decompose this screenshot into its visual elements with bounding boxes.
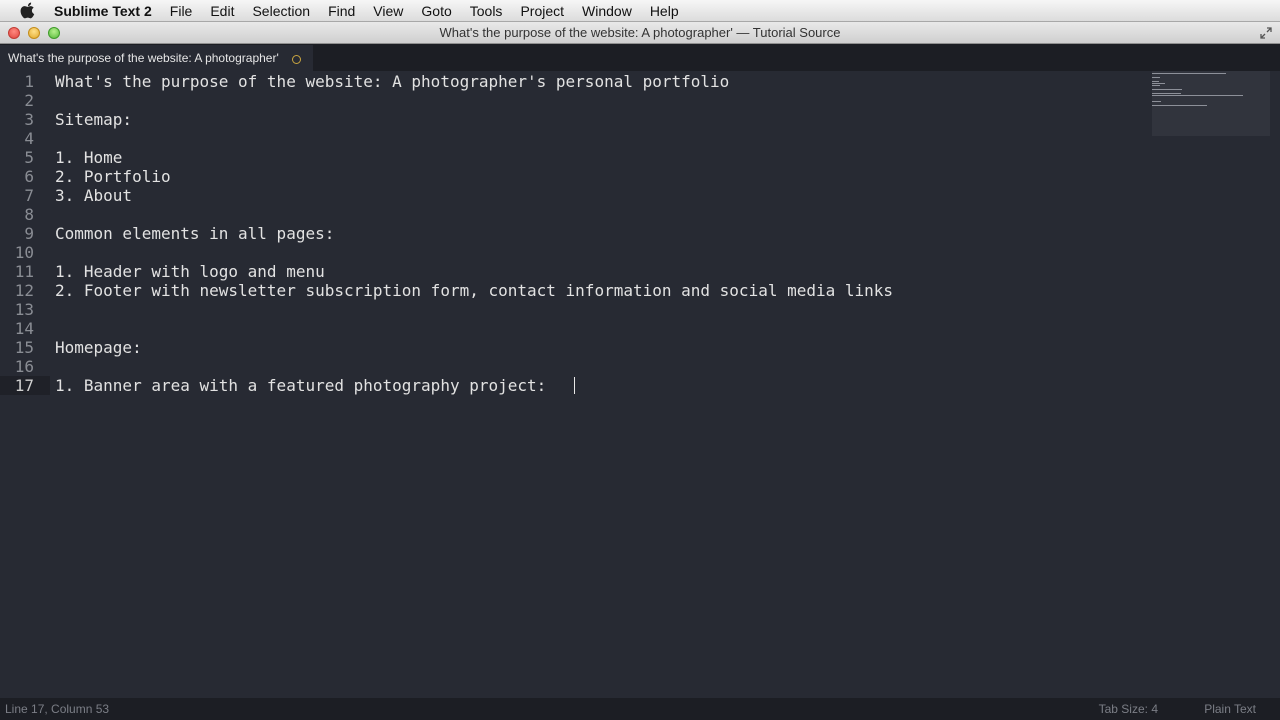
line-number: 1 — [24, 72, 34, 91]
line-number: 17 — [0, 376, 50, 395]
fullscreen-icon[interactable] — [1260, 27, 1272, 39]
menu-tools[interactable]: Tools — [461, 0, 512, 22]
code-line[interactable]: 1. Banner area with a featured photograp… — [55, 376, 556, 395]
minimap-line — [1152, 101, 1161, 102]
minimap-line — [1152, 93, 1181, 94]
line-number: 7 — [24, 186, 34, 205]
line-number: 9 — [24, 224, 34, 243]
menu-goto[interactable]: Goto — [412, 0, 460, 22]
line-number: 10 — [14, 243, 34, 262]
menu-bar: Sublime Text 2 File Edit Selection Find … — [0, 0, 1280, 22]
line-number-gutter: 1 2 3 4 5 6 7 8 9 10 11 12 13 14 15 16 17 — [0, 71, 50, 698]
unsaved-indicator-icon[interactable] — [292, 55, 301, 64]
menu-view[interactable]: View — [364, 0, 412, 22]
syntax-status[interactable]: Plain Text — [1204, 698, 1256, 720]
code-line[interactable]: 1. Home — [55, 148, 122, 167]
line-number: 12 — [14, 281, 34, 300]
code-line[interactable]: Homepage: — [55, 338, 142, 357]
status-bar: Line 17, Column 53 Tab Size: 4 Plain Tex… — [0, 698, 1280, 720]
code-line[interactable]: 1. Header with logo and menu — [55, 262, 325, 281]
window-title: What's the purpose of the website: A pho… — [439, 25, 841, 40]
cursor-position-status: Line 17, Column 53 — [5, 702, 110, 716]
menu-app-name[interactable]: Sublime Text 2 — [48, 0, 161, 22]
line-number: 16 — [14, 357, 34, 376]
code-line[interactable]: 2. Portfolio — [55, 167, 171, 186]
code-line[interactable]: Sitemap: — [55, 110, 132, 129]
tab-size-status[interactable]: Tab Size: 4 — [1099, 698, 1158, 720]
line-number: 4 — [24, 129, 34, 148]
code-line[interactable]: 3. About — [55, 186, 132, 205]
menu-find[interactable]: Find — [319, 0, 364, 22]
code-line[interactable]: 2. Footer with newsletter subscription f… — [55, 281, 893, 300]
text-cursor — [574, 377, 575, 394]
minimap[interactable] — [1152, 71, 1270, 136]
menu-help[interactable]: Help — [641, 0, 688, 22]
editor-pane[interactable]: 1 2 3 4 5 6 7 8 9 10 11 12 13 14 15 16 17 What's the pur… — [0, 71, 1280, 698]
minimap-line — [1152, 105, 1207, 106]
line-number: 13 — [14, 300, 34, 319]
file-tab[interactable]: What's the purpose of the website: A pho… — [0, 45, 313, 71]
menu-selection[interactable]: Selection — [243, 0, 319, 22]
minimap-line — [1152, 95, 1243, 96]
apple-icon[interactable] — [20, 2, 36, 19]
minimap-line — [1152, 83, 1165, 84]
menu-window[interactable]: Window — [573, 0, 641, 22]
minimap-line — [1152, 81, 1159, 82]
line-number: 6 — [24, 167, 34, 186]
line-number: 5 — [24, 148, 34, 167]
menu-edit[interactable]: Edit — [201, 0, 243, 22]
window-title-bar[interactable]: What's the purpose of the website: A pho… — [0, 22, 1280, 44]
minimap-line — [1152, 89, 1182, 90]
line-number: 8 — [24, 205, 34, 224]
tab-bar: What's the purpose of the website: A pho… — [0, 44, 1280, 71]
code-line[interactable]: What's the purpose of the website: A pho… — [55, 72, 729, 91]
minimap-line — [1152, 77, 1160, 78]
line-number: 15 — [14, 338, 34, 357]
minimap-line — [1152, 73, 1226, 74]
tab-title: What's the purpose of the website: A pho… — [8, 51, 279, 65]
minimap-line — [1152, 85, 1160, 86]
menu-project[interactable]: Project — [511, 0, 573, 22]
line-number: 3 — [24, 110, 34, 129]
line-number: 2 — [24, 91, 34, 110]
line-number: 14 — [14, 319, 34, 338]
menu-file[interactable]: File — [161, 0, 202, 22]
line-number: 11 — [14, 262, 34, 281]
code-line[interactable]: Common elements in all pages: — [55, 224, 334, 243]
